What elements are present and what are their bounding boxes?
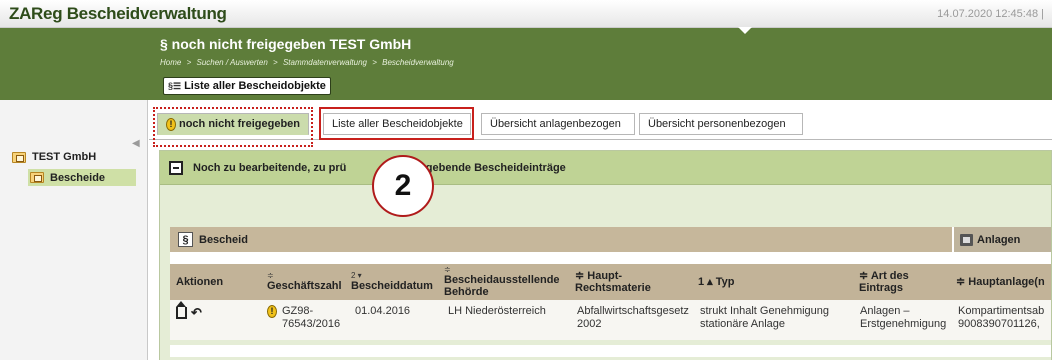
sort-icon: ≑ [267,271,274,280]
timestamp: 14.07.2020 12:45:48 | [937,8,1044,20]
tree-item-test-gmbh[interactable]: TEST GmbH [12,151,96,163]
tab-label: Übersicht anlagenbezogen [490,118,621,130]
cell-art: Anlagen – Erstgenehmigung [860,305,947,330]
tree-item-bescheide[interactable]: Bescheide [28,169,136,186]
app-root: { "app": {"title": "ZAReg Bescheidverwal… [0,0,1052,360]
group-bescheid-label: Bescheid [199,233,248,246]
tab-noch-nicht-freigegeben[interactable]: ! noch nicht freigegeben [157,113,309,135]
main-content: Noch zu bearbeitende, zu prü eizugebende … [149,140,1052,360]
section-title-start: Noch zu bearbeitende, zu prü [193,162,347,174]
sort-icon: ≑ [444,265,451,274]
folder-icon [12,151,26,163]
pending-section: Noch zu bearbeitende, zu prü eizugebende … [159,150,1052,360]
breadcrumb-home[interactable]: Home [160,58,181,67]
column-geschaeftszahl[interactable]: ≑ Geschäftszahl [267,264,347,300]
breadcrumb-bescheidverwaltung[interactable]: Bescheidverwaltung [382,58,454,67]
warning-icon: ! [166,117,176,131]
release-up-icon[interactable] [176,301,187,319]
table-row[interactable]: ↶ ! GZ98-76543/2016 01.04.2016 LH Nieder… [170,300,1051,340]
cell-geschaeftszahl: ! GZ98-76543/2016 [267,305,347,331]
breadcrumb-suchen[interactable]: Suchen / Auswerten [196,58,267,67]
column-rechtsmaterie[interactable]: ≑ Haupt-Rechtsmaterie [575,264,675,300]
sort-desc-icon: 2 ▾ [351,271,362,280]
app-title: ZAReg Bescheidverwaltung [9,4,227,23]
group-anlagen-label: Anlagen [977,233,1021,246]
list-all-button-label: Liste aller Bescheidobjekte [184,80,326,92]
cell-hauptanlage: Kompartimentsab 9008390701126, [958,305,1045,330]
column-label: Geschäftszahl [267,280,342,292]
table-footer [170,340,1051,345]
column-label: Aktionen [176,276,224,288]
top-bar: ZAReg Bescheidverwaltung 14.07.2020 12:4… [0,0,1052,28]
column-bescheiddatum[interactable]: 2 ▾ Bescheiddatum [351,264,441,300]
breadcrumb-separator: > [372,58,377,67]
tree-item-label: TEST GmbH [32,151,97,163]
table-header-row: Aktionen ≑ Geschäftszahl 2 ▾ Bescheiddat… [170,252,1051,300]
tab-liste-aller-bescheidobjekte[interactable]: Liste aller Bescheidobjekte [323,113,471,135]
sidebar: ◀ TEST GmbH Bescheide [0,100,148,360]
breadcrumb-separator: > [273,58,278,67]
tab-uebersicht-anlagenbezogen[interactable]: Übersicht anlagenbezogen [481,113,635,135]
warning-icon: ! [267,305,277,318]
paragraph-icon: § [178,232,193,247]
tree-item-label: Bescheide [50,171,106,184]
column-label: ≑ Haupt-Rechtsmaterie [575,270,651,294]
column-label: Bescheiddatum [351,280,433,292]
column-aktionen: Aktionen [176,264,256,300]
column-behoerde[interactable]: ≑ Bescheidausstellende Behörde [444,264,568,300]
tab-uebersicht-personenbezogen[interactable]: Übersicht personenbezogen [639,113,803,135]
row-actions: ↶ [176,301,202,319]
list-icon: §☰ [168,80,182,91]
cell-rechtsmaterie: Abfallwirtschaftsgesetz 2002 [577,305,689,330]
group-bescheid: § Bescheid [170,227,950,252]
collapse-left-icon[interactable]: ◀ [132,138,140,149]
table-group-header: § Bescheid Anlagen [170,227,1051,252]
page-title: § noch nicht freigegeben TEST GmbH [160,36,412,52]
tab-bar: ! noch nicht freigegeben Liste aller Bes… [149,100,1052,140]
step-callout: 2 [372,155,434,217]
column-art[interactable]: ≑ Art des Eintrags [859,264,939,300]
header-notch-icon [738,27,752,34]
tab-label: Liste aller Bescheidobjekte [332,118,463,130]
section-header[interactable]: Noch zu bearbeitende, zu prü eizugebende … [160,151,1051,185]
column-typ[interactable]: 1 ▴ Typ [698,264,818,300]
folder-icon [30,172,44,183]
page-header: § noch nicht freigegeben TEST GmbH Home … [0,27,1052,100]
bescheid-table: § Bescheid Anlagen Aktionen ≑ Geschäftsz… [170,227,1051,357]
building-icon [960,233,973,246]
breadcrumb: Home > Suchen / Auswerten > Stammdatenve… [160,58,457,67]
column-label: Bescheidausstellende Behörde [444,274,560,298]
column-label: 1 ▴ Typ [698,276,735,288]
breadcrumb-stammdaten[interactable]: Stammdatenverwaltung [283,58,367,67]
column-label: ≑ Art des Eintrags [859,270,909,294]
cell-bescheiddatum: 01.04.2016 [355,305,411,317]
column-label: ≑ Hauptanlage(n [956,276,1045,288]
back-icon[interactable]: ↶ [191,306,202,319]
list-all-button[interactable]: §☰ Liste aller Bescheidobjekte [163,77,331,95]
collapse-section-icon[interactable] [169,161,183,175]
breadcrumb-separator: > [186,58,192,67]
page-header-inner: § noch nicht freigegeben TEST GmbH Home … [148,27,1052,100]
cell-text[interactable]: GZ98-76543/2016 [282,305,347,331]
tab-label: Übersicht personenbezogen [648,118,786,130]
group-anlagen: Anlagen [952,227,1051,252]
tab-label: noch nicht freigegeben [178,118,300,130]
column-hauptanlage[interactable]: ≑ Hauptanlage(n [956,264,1052,300]
cell-typ: strukt Inhalt Genehmigung stationäre Anl… [700,305,830,330]
cell-behoerde: LH Niederösterreich [448,305,546,317]
